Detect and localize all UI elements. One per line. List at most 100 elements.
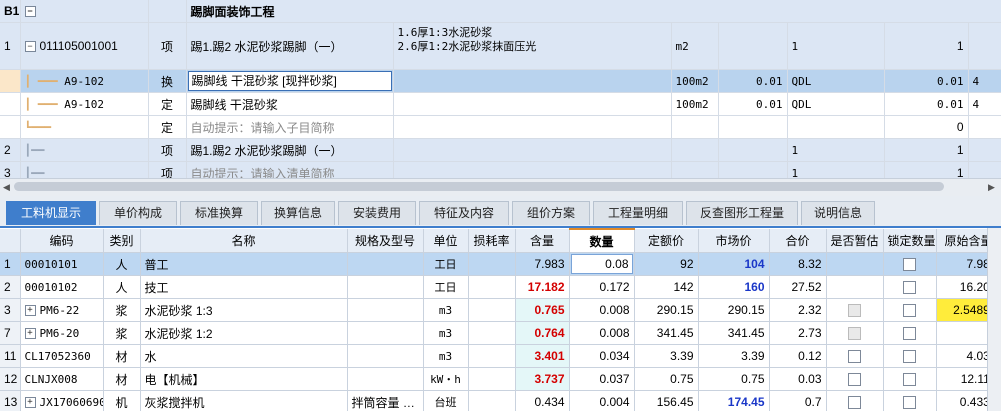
quantity-cell[interactable]: 0.037 — [569, 367, 635, 391]
resource-name[interactable]: 技工 — [140, 275, 348, 299]
market-price[interactable]: 0.75 — [698, 367, 770, 391]
tab-pricing-plan[interactable]: 组价方案 — [512, 201, 590, 225]
col-total[interactable]: 合价 — [769, 229, 827, 253]
market-price[interactable]: 341.45 — [698, 321, 770, 345]
lock-qty-checkbox[interactable] — [903, 304, 916, 318]
quantity-cell[interactable]: 0.008 — [569, 321, 635, 345]
resource-spec[interactable] — [347, 367, 424, 391]
loss-rate[interactable] — [468, 252, 516, 276]
resource-name[interactable]: 电【机械】 — [140, 367, 348, 391]
col-quota-price[interactable]: 定额价 — [634, 229, 699, 253]
vertical-scrollbar[interactable] — [987, 228, 1001, 411]
resource-spec[interactable] — [347, 252, 424, 276]
sub-item-row-selected[interactable]: ┃ ━━━ A9-102 换 踢脚线 干混砂浆 [现拌砂浆] 100m2 0.0… — [0, 69, 1001, 93]
provisional-checkbox[interactable] — [848, 373, 861, 387]
resource-name[interactable]: 水泥砂浆 1:3 — [140, 298, 348, 322]
horizontal-scrollbar[interactable]: ◀ ▶ — [0, 178, 1001, 196]
resource-row[interactable]: 13 + JX17060690 机灰浆搅拌机 拌筒容量 … 台班 0.434 0.004 156… — [0, 390, 1001, 411]
tab-quantity-detail[interactable]: 工程量明细 — [593, 201, 683, 225]
content-cell[interactable]: 3.737 — [515, 367, 570, 391]
resource-spec[interactable] — [347, 298, 424, 322]
resource-code[interactable]: CL17052360 — [25, 350, 91, 363]
sub-item-hint[interactable]: 自动提示：请输入子目简称 — [186, 115, 394, 139]
quantity-cell[interactable]: 0.008 — [569, 298, 635, 322]
content-cell[interactable]: 7.983 — [515, 252, 570, 276]
resource-spec[interactable] — [347, 344, 424, 368]
content-cell[interactable]: 3.401 — [515, 344, 570, 368]
market-price[interactable]: 104 — [698, 252, 770, 276]
market-price[interactable]: 3.39 — [698, 344, 770, 368]
content-cell[interactable]: 0.765 — [515, 298, 570, 322]
content-cell[interactable]: 0.434 — [515, 390, 570, 411]
item-features[interactable]: 1.6厚1:3水泥砂浆 2.6厚1:2水泥砂浆抹面压光 — [393, 22, 672, 70]
resource-name[interactable]: 水 — [140, 344, 348, 368]
sub-item-placeholder-row[interactable]: ┗━━━ 定 自动提示：请输入子目简称 0 — [0, 115, 1001, 139]
resource-code[interactable]: 00010101 — [25, 258, 78, 271]
col-name[interactable]: 名称 — [140, 229, 348, 253]
market-price[interactable]: 290.15 — [698, 298, 770, 322]
resource-row[interactable]: 7 + PM6-20 浆水泥砂浆 1:2 m3 0.764 0.008 341.45 341.4… — [0, 321, 1001, 345]
item-qty[interactable]: 1 — [884, 22, 969, 70]
quantity-cell[interactable]: 0.034 — [569, 344, 635, 368]
resource-code[interactable]: PM6-22 — [40, 304, 80, 317]
resource-name[interactable]: 普工 — [140, 252, 348, 276]
sub-item-row[interactable]: ┃ ━━━ A9-102 定 踢脚线 干混砂浆 100m2 0.01 QDL 0… — [0, 92, 1001, 116]
tab-reverse-lookup[interactable]: 反查图形工程量 — [686, 201, 798, 225]
tab-install-fee[interactable]: 安装费用 — [338, 201, 416, 225]
item-qty-expr[interactable]: 1 — [787, 22, 885, 70]
market-price[interactable]: 174.45 — [698, 390, 770, 411]
scrollbar-thumb[interactable] — [14, 182, 944, 191]
loss-rate[interactable] — [468, 344, 516, 368]
lock-qty-checkbox[interactable] — [903, 396, 916, 410]
lock-qty-checkbox[interactable] — [903, 373, 916, 387]
resource-row[interactable]: 12 CLNJX008 材电【机械】 kW・h 3.737 0.037 0.75 0.75 0.… — [0, 367, 1001, 391]
resource-name[interactable]: 灰浆搅拌机 — [140, 390, 348, 411]
resource-spec[interactable] — [347, 321, 424, 345]
loss-rate[interactable] — [468, 321, 516, 345]
col-code[interactable]: 编码 — [20, 229, 104, 253]
tab-conversion-info[interactable]: 换算信息 — [261, 201, 335, 225]
section-row[interactable]: B1 − 踢脚面装饰工程 — [0, 0, 1001, 23]
quantity-cell[interactable]: 0.004 — [569, 390, 635, 411]
col-category[interactable]: 类别 — [103, 229, 141, 253]
tab-features[interactable]: 特征及内容 — [419, 201, 509, 225]
expand-icon[interactable]: + — [24, 305, 36, 316]
collapse-icon[interactable]: − — [24, 6, 36, 18]
bill-item-row[interactable]: 3 ┃━━ 项 自动提示：请输入清单简称 1 1 — [0, 161, 1001, 178]
bill-item-row[interactable]: 1 −011105001001 项 踢1.踢2 水泥砂浆踢脚（一） 1.6厚1:… — [0, 22, 1001, 70]
resource-code[interactable]: 00010102 — [25, 281, 78, 294]
expand-icon[interactable]: + — [24, 397, 36, 408]
sub-item-name-input[interactable]: 踢脚线 干混砂浆 [现拌砂浆] — [187, 71, 392, 91]
loss-rate[interactable] — [468, 275, 516, 299]
item-name[interactable]: 踢1.踢2 水泥砂浆踢脚（一） — [186, 22, 394, 70]
sub-item-name[interactable]: 踢脚线 干混砂浆 — [186, 92, 394, 116]
quantity-input[interactable]: 0.08 — [570, 254, 633, 274]
bill-item-row[interactable]: 2 ┃━━ 项 踢1.踢2 水泥砂浆踢脚（一） 1 1 — [0, 138, 1001, 162]
provisional-checkbox[interactable] — [848, 350, 861, 364]
tab-unit-price[interactable]: 单价构成 — [99, 201, 177, 225]
lock-qty-checkbox[interactable] — [903, 327, 916, 341]
resource-row[interactable]: 2 00010102 人技工 工日 17.182 0.172 142 160 27.52 16.2… — [0, 275, 1001, 299]
col-unit[interactable]: 单位 — [423, 229, 469, 253]
content-cell[interactable]: 0.764 — [515, 321, 570, 345]
col-loss-rate[interactable]: 损耗率 — [468, 229, 516, 253]
collapse-icon[interactable]: − — [24, 41, 36, 53]
scroll-right-icon[interactable]: ▶ — [988, 182, 995, 193]
lock-qty-checkbox[interactable] — [903, 350, 916, 364]
tab-notes[interactable]: 说明信息 — [801, 201, 875, 225]
expand-icon[interactable]: + — [24, 328, 36, 339]
lock-qty-checkbox[interactable] — [903, 258, 916, 272]
provisional-checkbox[interactable] — [848, 396, 861, 410]
resource-row[interactable]: 3 + PM6-22 浆水泥砂浆 1:3 m3 0.765 0.008 290.15 290.1… — [0, 298, 1001, 322]
tab-standard-conversion[interactable]: 标准换算 — [180, 201, 258, 225]
tab-labor-material[interactable]: 工料机显示 — [6, 201, 96, 225]
col-lock-qty[interactable]: 锁定数量 — [883, 229, 937, 253]
item-name[interactable]: 踢1.踢2 水泥砂浆踢脚（一） — [186, 138, 394, 162]
col-provisional[interactable]: 是否暂估 — [826, 229, 884, 253]
lock-qty-checkbox[interactable] — [903, 281, 916, 295]
scroll-left-icon[interactable]: ◀ — [3, 182, 10, 193]
loss-rate[interactable] — [468, 390, 516, 411]
quantity-cell[interactable]: 0.172 — [569, 275, 635, 299]
loss-rate[interactable] — [468, 298, 516, 322]
resource-code[interactable]: CLNJX008 — [25, 373, 78, 386]
